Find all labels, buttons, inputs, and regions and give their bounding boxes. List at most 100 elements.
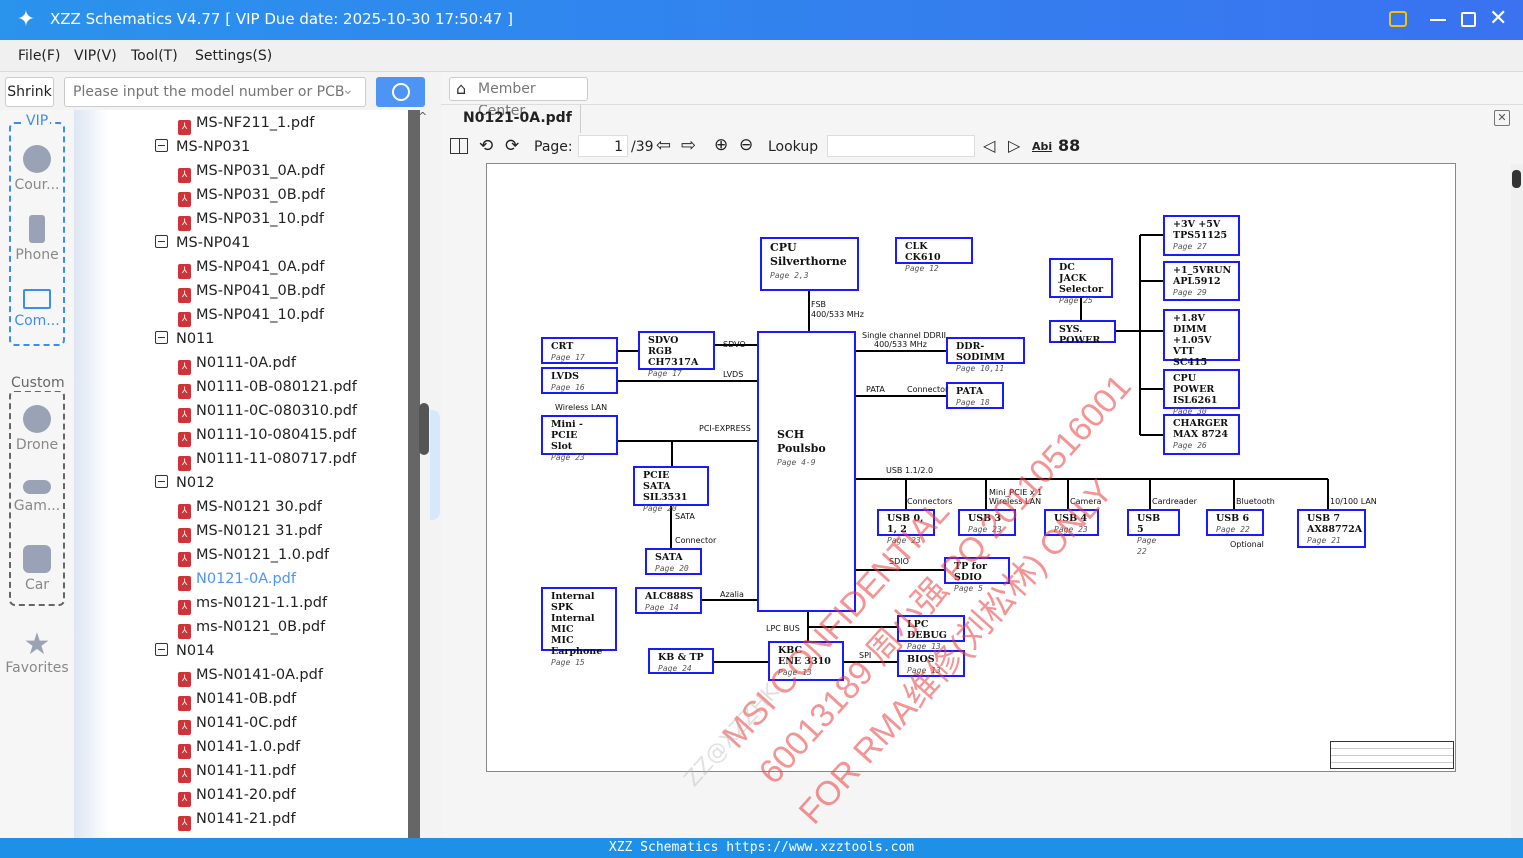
block-usb6[interactable]: USB 6 Page 22 [1206, 509, 1264, 536]
block-title: ISL6261 [1173, 395, 1218, 406]
block-page-ref: Page 25 [1059, 296, 1093, 305]
block-title: Earphone [551, 646, 603, 657]
block-page-ref: Page 23 [551, 453, 585, 462]
block-title: CPU [770, 241, 797, 254]
block-page-ref: Page 29 [1173, 288, 1207, 297]
wire-label: LVDS [723, 370, 744, 379]
block-title: +1_5VRUN [1173, 265, 1232, 276]
block-title: CHARGER [1173, 418, 1229, 429]
wire-label: 10/100 LAN [1330, 497, 1377, 506]
block-title: PATA [956, 386, 984, 397]
block-title: USB 7 [1307, 513, 1341, 524]
block-cpupower[interactable]: CPU POWER ISL6261 Page 30 [1163, 369, 1240, 416]
block-syspower[interactable]: SYS. POWER [1049, 320, 1116, 346]
block-title: Mini - PCIE [551, 419, 583, 441]
wire-label: SDVO [723, 340, 746, 349]
block-cpu[interactable]: CPU Silverthorne Page 2,3 [760, 237, 859, 291]
block-title: Slot [551, 441, 573, 452]
block-page-ref: Page 18 [956, 398, 990, 407]
block-page-ref: Page 15 [551, 658, 585, 667]
block-title: Silverthorne [770, 255, 847, 268]
block-title: MIC [551, 635, 574, 646]
block-title: KB & TP [658, 652, 704, 663]
block-title: Internal SPK [551, 591, 595, 613]
block-title: PCIE SATA [643, 470, 671, 492]
block-page-ref: Page 27 [1173, 242, 1207, 251]
block-title: SYS. POWER [1059, 324, 1101, 346]
wire-label: 400/533 MHz [874, 340, 927, 349]
wire-label: SATA [675, 512, 695, 521]
wire-label: Single channel DDRII [862, 331, 946, 340]
block-title: TPS51125 [1173, 230, 1228, 241]
wire-label: Wireless LAN [555, 403, 608, 412]
block-sdvo[interactable]: SDVO RGB CH7317A Page 17 [638, 331, 715, 378]
block-title: +3V +5V [1173, 219, 1221, 230]
block-page-ref: Page 22 [1216, 525, 1250, 534]
block-pciesata[interactable]: PCIE SATA SIL3531 Page 20 [633, 466, 709, 513]
wire-label: Connector [675, 536, 717, 545]
block-page-ref: Page 2,3 [770, 271, 809, 280]
block-p15[interactable]: +1_5VRUN APL5912 Page 29 [1163, 261, 1240, 301]
block-pata[interactable]: PATA Page 18 [946, 382, 1004, 409]
block-page-ref: Page 17 [551, 353, 585, 362]
block-alc[interactable]: ALC888S Page 14 [635, 587, 702, 614]
block-title: +1.8V DIMM [1173, 313, 1207, 335]
block-title: Internal MIC [551, 613, 595, 635]
block-charger[interactable]: CHARGER MAX 8724 Page 26 [1163, 414, 1240, 455]
block-kbtp[interactable]: KB & TP Page 24 [648, 648, 714, 674]
block-title: SDVO RGB [648, 335, 679, 357]
block-minipcie[interactable]: Mini - PCIE Slot Page 23 [541, 415, 618, 462]
block-page-ref: Page 20 [655, 564, 689, 573]
block-lvds[interactable]: LVDS Page 16 [541, 367, 618, 394]
wire-label: Cardreader [1152, 497, 1197, 506]
block-crt[interactable]: CRT Page 17 [541, 337, 618, 364]
wire-label: 400/533 MHz [811, 310, 864, 319]
block-title: AX88772A [1307, 524, 1363, 535]
block-title: SC415 [1173, 357, 1208, 368]
wire-label: PCI-EXPRESS [699, 424, 751, 433]
block-page-ref: Page 17 [648, 369, 682, 378]
block-title: USB 6 [1216, 513, 1250, 524]
title-block [1330, 741, 1454, 769]
block-title: CH7317A [648, 357, 699, 368]
block-title: CRT [551, 341, 574, 352]
block-title: DDR-SODIMM [956, 341, 1005, 363]
wire-label: LPC BUS [766, 624, 800, 633]
block-usb7[interactable]: USB 7 AX88772A Page 21 [1297, 509, 1366, 548]
wire-label: USB 1.1/2.0 [886, 466, 934, 475]
wire-label: Optional [1230, 540, 1264, 549]
status-bar: XZZ Schematics https://www.xzztools.com [0, 838, 1523, 858]
block-title: Poulsbo [777, 442, 826, 455]
block-clk[interactable]: CLK CK610 Page 12 [895, 237, 973, 273]
block-sch[interactable]: SCH Poulsbo Page 4-9 [757, 331, 856, 612]
block-page-ref: Page 4-9 [777, 458, 816, 467]
wire-label: Azalia [720, 590, 744, 599]
block-title: MAX 8724 [1173, 429, 1229, 440]
block-title: LVDS [551, 371, 580, 382]
block-title: DC JACK [1059, 262, 1087, 284]
block-title: SATA [655, 552, 683, 563]
block-ddr[interactable]: DDR-SODIMM Page 10,11 [946, 337, 1025, 373]
block-usb5[interactable]: USB 5 Page 22 [1127, 509, 1180, 556]
wire-label: Bluetooth [1236, 497, 1275, 506]
block-p18[interactable]: +1.8V DIMM+1.05V VTTSC415Page 28 [1163, 309, 1240, 378]
block-page-ref: Page 22 [1137, 536, 1157, 556]
block-page-ref: Page 26 [1173, 441, 1207, 450]
block-p3v[interactable]: +3V +5V TPS51125 Page 27 [1163, 215, 1240, 256]
block-title: Selector [1059, 284, 1104, 295]
block-dcjack[interactable]: DC JACK Selector Page 25 [1049, 258, 1113, 305]
block-page-ref: Page 12 [905, 264, 939, 273]
wire-label: FSB [811, 300, 827, 309]
block-title: APL5912 [1173, 276, 1221, 287]
block-title: SCH [777, 428, 805, 441]
block-sata[interactable]: SATA Page 20 [645, 548, 702, 575]
block-title: SIL3531 [643, 492, 688, 503]
block-title: CLK CK610 [905, 241, 941, 263]
block-page-ref: Page 24 [658, 664, 692, 673]
block-page-ref: Page 16 [551, 383, 585, 392]
block-audio[interactable]: Internal SPK Internal MIC MIC Earphone Page … [541, 587, 617, 667]
wire-label: PATA [866, 385, 885, 394]
block-title: +1.05V VTT [1173, 335, 1212, 357]
block-title: CPU POWER [1173, 373, 1215, 395]
block-page-ref: Page 21 [1307, 536, 1341, 545]
